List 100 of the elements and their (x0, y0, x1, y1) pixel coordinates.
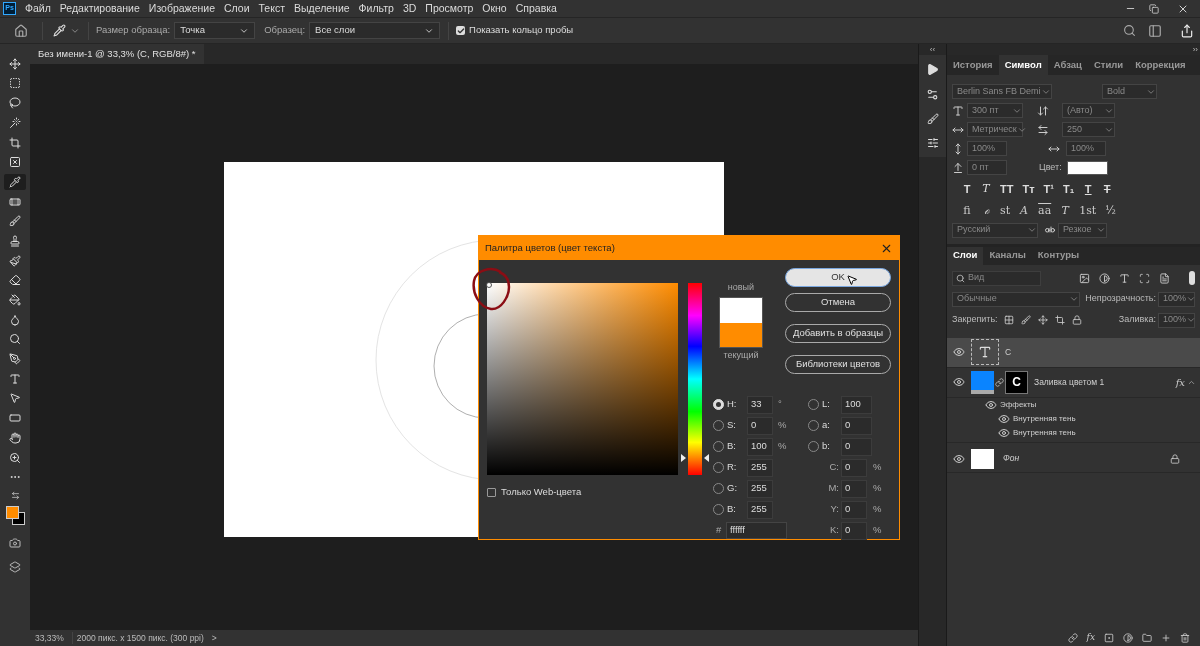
text-style-button[interactable]: T₁ (1062, 181, 1075, 198)
blend-mode-dropdown[interactable]: Обычные (952, 291, 1081, 307)
value-field[interactable]: 255 (747, 458, 773, 477)
swap-icon[interactable] (10, 491, 20, 501)
opentype-button[interactable]: aa (1038, 203, 1052, 218)
checkbox[interactable] (487, 487, 496, 497)
value-field[interactable]: 0 (841, 521, 867, 540)
menu-item[interactable]: Окно (482, 0, 507, 17)
play-icon[interactable] (926, 63, 939, 76)
text-color-swatch[interactable] (1066, 160, 1108, 175)
opentype-button[interactable]: A (1019, 203, 1030, 218)
value-field[interactable]: 100 (841, 395, 872, 414)
value-field[interactable]: 0 (841, 500, 867, 519)
eye-icon[interactable] (998, 412, 1010, 425)
workspace-icon[interactable] (1148, 23, 1162, 38)
checkbox[interactable] (456, 26, 466, 35)
fill-dropdown[interactable]: 100% (1158, 312, 1195, 328)
lock-position-icon[interactable] (1037, 315, 1048, 325)
opentype-button[interactable]: st (1000, 203, 1011, 218)
fx-badge[interactable]: fx (1175, 374, 1185, 390)
adjustment-icon[interactable] (1123, 633, 1133, 643)
tracking-dropdown[interactable]: 250 (1062, 122, 1115, 137)
language-dropdown[interactable]: Русский (952, 222, 1038, 238)
adjustment-filter-icon[interactable] (1099, 272, 1110, 284)
eye-icon[interactable] (998, 426, 1010, 439)
menu-item[interactable]: Слои (224, 0, 250, 17)
menu-item[interactable]: Редактирование (59, 0, 140, 17)
horizontal-scale-field[interactable]: 100% (1066, 141, 1106, 156)
leading-dropdown[interactable]: (Авто) (1062, 103, 1115, 118)
color-field[interactable] (487, 283, 678, 475)
mask-icon[interactable] (1104, 633, 1114, 643)
value-field[interactable]: 0 (747, 416, 773, 435)
layer-search-field[interactable]: Вид (952, 270, 1041, 286)
opentype-button[interactable]: ℴ (981, 203, 991, 218)
properties-icon[interactable] (926, 88, 939, 101)
quick-mask-icon[interactable] (9, 536, 21, 549)
antialias-dropdown[interactable]: Резкое (1058, 222, 1107, 238)
opentype-button[interactable]: 1st (1079, 203, 1097, 218)
value-field[interactable]: 0 (841, 479, 867, 498)
smart-object-filter-icon[interactable] (1159, 272, 1170, 284)
kerning-dropdown[interactable]: Метрическ (967, 122, 1023, 137)
value-field[interactable]: 33 (747, 395, 773, 414)
menu-item[interactable]: Просмотр (425, 0, 474, 17)
sliders-icon[interactable] (926, 137, 939, 149)
eye-icon[interactable] (953, 452, 965, 465)
font-style-dropdown[interactable]: Bold (1102, 84, 1157, 99)
trash-icon[interactable] (1180, 633, 1190, 643)
new-layer-icon[interactable] (1161, 633, 1171, 643)
text-style-button[interactable]: T (981, 181, 991, 198)
expand-arrows[interactable]: ›› (1192, 43, 1198, 56)
folder-icon[interactable] (1142, 633, 1152, 643)
hex-field[interactable]: ffffff (726, 522, 787, 539)
menu-item[interactable]: Выделение (293, 0, 350, 17)
vertical-scale-field[interactable]: 100% (967, 141, 1007, 156)
value-field[interactable]: 255 (747, 479, 773, 498)
layer-row[interactable]: Фон (947, 445, 1200, 473)
screen-mode-icon[interactable] (9, 560, 21, 573)
text-style-button[interactable]: T (1102, 181, 1113, 198)
home-icon[interactable] (14, 23, 28, 38)
filter-toggle[interactable] (1189, 271, 1195, 285)
panel-tab[interactable]: Стили (1087, 55, 1130, 75)
menu-item[interactable]: Справка (515, 0, 557, 17)
menu-item[interactable]: 3D (402, 0, 417, 17)
lock-icon[interactable] (1071, 315, 1082, 325)
eye-icon[interactable] (953, 346, 965, 358)
lock-artboard-icon[interactable] (1054, 315, 1065, 325)
panel-tab[interactable]: Контуры (1031, 246, 1086, 265)
font-dropdown[interactable]: Berlin Sans FB Demi (952, 84, 1052, 99)
value-field[interactable]: 0 (841, 458, 867, 477)
value-field[interactable]: 0 (841, 437, 872, 456)
eye-icon[interactable] (953, 376, 965, 388)
opacity-dropdown[interactable]: 100% (1158, 291, 1195, 307)
type-filter-icon[interactable] (1119, 272, 1130, 284)
brush-settings-icon[interactable] (926, 113, 939, 125)
font-size-dropdown[interactable]: 300 пт (967, 103, 1023, 118)
opentype-button[interactable]: fi (962, 203, 972, 218)
tool-button[interactable] (4, 174, 26, 190)
text-style-button[interactable]: TT (1000, 181, 1014, 198)
value-field[interactable]: 0 (841, 416, 872, 435)
menu-item[interactable]: Изображение (148, 0, 215, 17)
hue-slider[interactable] (681, 283, 709, 475)
text-style-button[interactable]: T (962, 181, 972, 198)
value-field[interactable]: 100 (747, 437, 773, 456)
layer-row[interactable]: C (947, 337, 1200, 368)
collapse-arrows[interactable]: ‹‹ (929, 43, 936, 56)
panel-tab[interactable]: Каналы (983, 246, 1032, 265)
opentype-button[interactable]: T (1060, 203, 1071, 218)
lock-paint-icon[interactable] (1020, 315, 1031, 325)
menu-item[interactable]: Фильтр (358, 0, 394, 17)
shape-filter-icon[interactable] (1139, 272, 1150, 284)
panel-tab[interactable]: Символ (998, 55, 1048, 75)
eye-icon[interactable] (985, 398, 997, 411)
opentype-button[interactable]: ½ (1105, 203, 1116, 218)
lock-pixels-icon[interactable] (1003, 315, 1014, 325)
sample-dropdown[interactable]: Все слои (309, 22, 441, 39)
text-style-button[interactable]: T (1083, 181, 1094, 198)
text-style-button[interactable]: T¹ (1043, 181, 1054, 198)
search-icon[interactable] (1123, 24, 1136, 37)
hue-slider-thumb[interactable] (681, 453, 709, 462)
foreground-swatch[interactable] (6, 506, 19, 520)
